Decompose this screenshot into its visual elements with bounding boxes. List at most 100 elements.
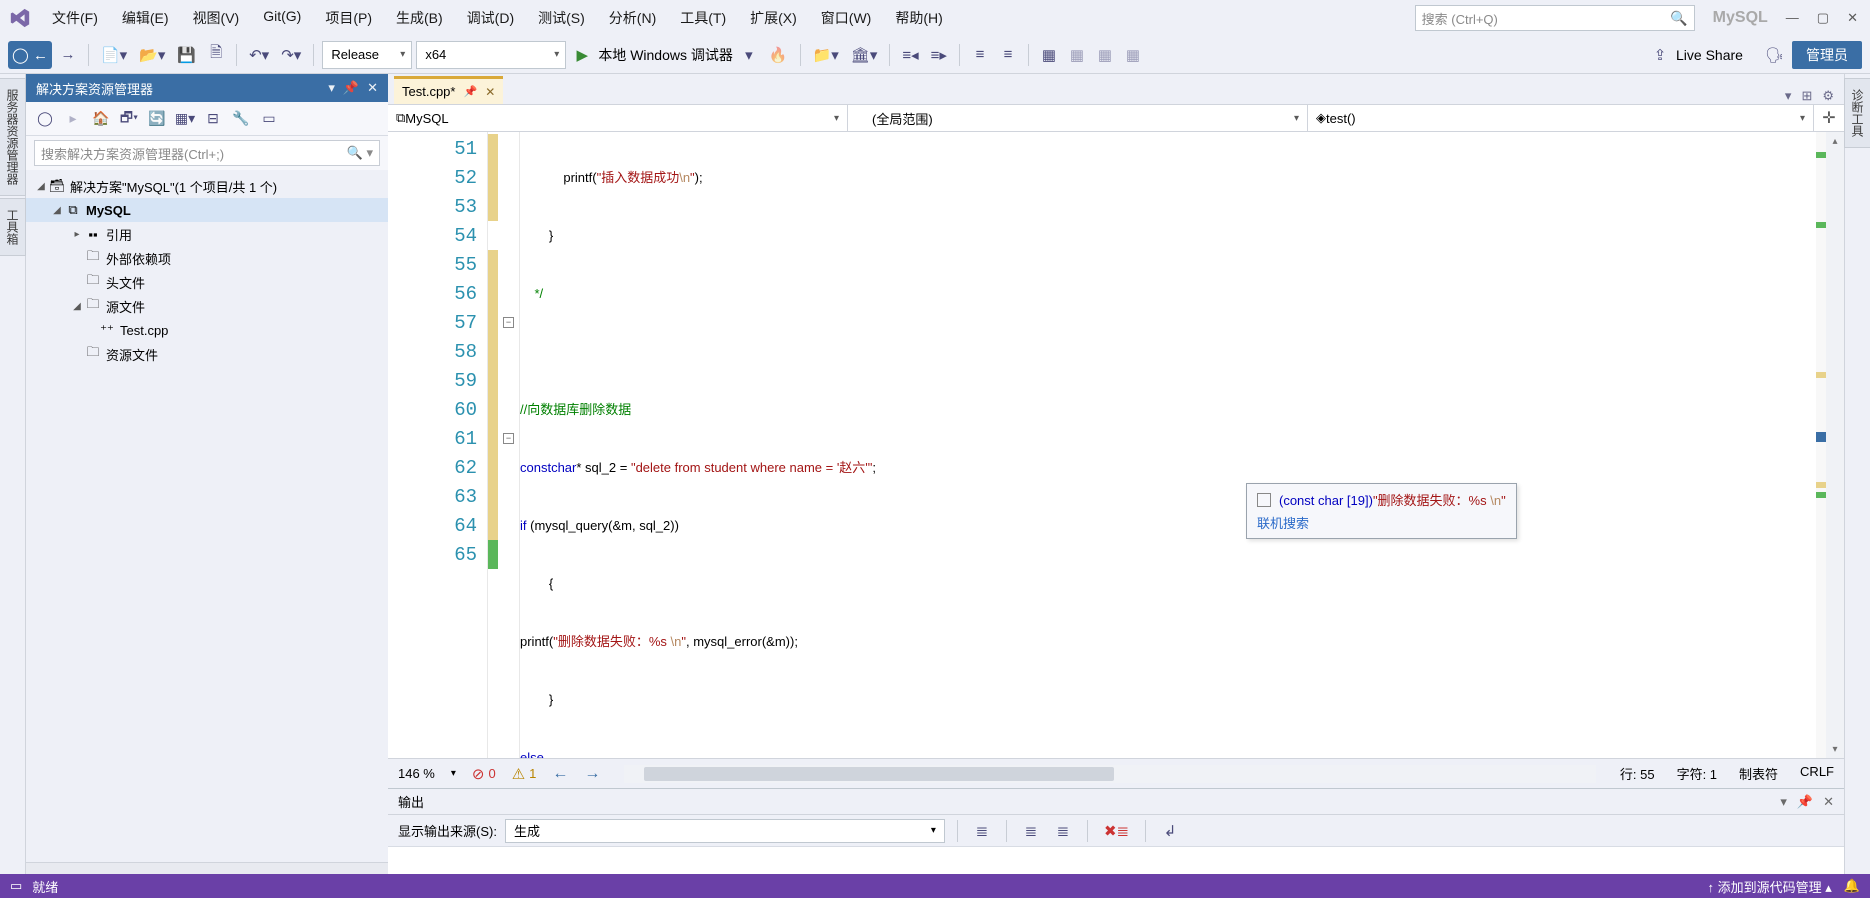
platform-dropdown[interactable]: x64 [416,41,566,69]
fold-gutter[interactable]: − − [498,132,520,758]
tooltip-search-link[interactable]: 联机搜索 [1257,513,1506,532]
minimize-icon[interactable]: — [1786,10,1799,26]
undo-button[interactable]: ↶▾ [245,41,273,69]
menu-file[interactable]: 文件(F) [42,4,108,32]
class-view-icon[interactable]: 🏛▾ [847,41,882,69]
nav-prev-icon[interactable]: ← [552,765,568,783]
solution-search-input[interactable]: 搜索解决方案资源管理器(Ctrl+;) 🔍 ▾ [34,140,380,166]
menu-tools[interactable]: 工具(T) [670,4,736,32]
new-button[interactable]: 📄▾ [97,41,131,69]
tab-split-icon[interactable]: ⊞ [1801,88,1812,104]
menu-view[interactable]: 视图(V) [183,4,250,32]
menu-git[interactable]: Git(G) [253,4,311,32]
liveshare-label[interactable]: Live Share [1676,47,1743,63]
eol-mode[interactable]: CRLF [1800,764,1834,783]
tree-solution-root[interactable]: ◢🗃解决方案"MySQL"(1 个项目/共 1 个) [26,174,388,198]
split-editor-button[interactable]: ✛ [1814,105,1844,131]
menu-build[interactable]: 生成(B) [386,4,453,32]
liveshare-icon[interactable]: ⇪ [1648,41,1672,69]
pin-icon[interactable]: 📌 [463,85,477,98]
close-tab-icon[interactable]: ✕ [485,85,495,99]
function-dropdown[interactable]: ◈ test()▾ [1308,105,1814,131]
tb-icon[interactable]: ▦ [1121,41,1145,69]
panel-close-icon[interactable]: ✕ [1823,794,1834,810]
maximize-icon[interactable]: ▢ [1817,10,1829,26]
properties-icon[interactable]: 🔧 [230,108,252,130]
notifications-icon[interactable]: 🔔 [1844,878,1860,894]
tree-file-testcpp[interactable]: ⁺⁺Test.cpp [26,318,388,342]
code-editor[interactable]: 5152535455 5657585960 6162636465 − − pri… [388,132,1844,758]
indent-right-icon[interactable]: ≡▸ [927,41,951,69]
tree-sources[interactable]: ◢🗀源文件 [26,294,388,318]
tb-icon[interactable]: ▦ [1093,41,1117,69]
vertical-scrollbar[interactable]: ▴▾ [1826,132,1844,758]
scope-dropdown[interactable]: ⧉ MySQL▾ [388,105,848,131]
tree-resources[interactable]: 🗀资源文件 [26,342,388,366]
error-count[interactable]: ⊘0 [472,765,496,783]
open-button[interactable]: 📂▾ [135,41,169,69]
debug-dropdown-icon[interactable]: ▾ [737,41,761,69]
sync-icon[interactable]: 🔄 [146,108,168,130]
search-input[interactable]: 搜索 (Ctrl+Q) 🔍 [1415,5,1695,31]
panel-dropdown-icon[interactable]: ▾ [1780,794,1787,810]
tree-external-deps[interactable]: 🗀外部依赖项 [26,246,388,270]
solution-tree[interactable]: ◢🗃解决方案"MySQL"(1 个项目/共 1 个) ◢⧉MySQL ▸▪▪引用… [26,170,388,862]
uncomment-icon[interactable]: ≡ [996,41,1020,69]
preview-icon[interactable]: ▭ [258,108,280,130]
menu-test[interactable]: 测试(S) [528,4,595,32]
panel-pin-icon[interactable]: 📌 [343,80,359,96]
fwd-icon[interactable]: ▸ [62,108,84,130]
indent-mode[interactable]: 制表符 [1739,764,1778,783]
home-icon[interactable]: 🏠 [90,108,112,130]
menu-help[interactable]: 帮助(H) [885,4,952,32]
fire-icon[interactable]: 🔥 [765,41,792,69]
code-content[interactable]: printf("插入数据成功\n"); } */ //向数据库删除数据 cons… [520,132,1816,758]
menu-debug[interactable]: 调试(D) [457,4,524,32]
save-all-button[interactable]: 🗎 [204,41,228,69]
tree-headers[interactable]: 🗀头文件 [26,270,388,294]
feedback-icon[interactable]: 🗣 [1761,41,1788,69]
menu-window[interactable]: 窗口(W) [811,4,882,32]
comment-icon[interactable]: ≡ [968,41,992,69]
close-icon[interactable]: ✕ [1847,10,1858,26]
out-tb-icon[interactable]: ≣ [970,817,994,845]
folder-icon[interactable]: 📁▾ [809,41,843,69]
scm-button[interactable]: ↑ 添加到源代码管理 ▴ [1708,877,1832,896]
debug-target[interactable]: 本地 Windows 调试器 [598,45,733,65]
horizontal-scrollbar[interactable] [624,765,1595,783]
start-debug-button[interactable]: ▶ [570,41,594,69]
out-tb-icon[interactable]: ≣ [1019,817,1043,845]
bookmark-icon[interactable]: ▦ [1037,41,1061,69]
nav-back-button[interactable]: ◯ ← [8,41,52,69]
tab-diagnostics[interactable]: 诊断工具 [1844,78,1870,148]
collapse-icon[interactable]: ⊟ [202,108,224,130]
tab-overflow-icon[interactable]: ▾ [1785,88,1792,104]
warning-count[interactable]: ⚠1 [512,765,537,783]
tab-settings-icon[interactable]: ⚙ [1822,88,1834,104]
config-dropdown[interactable]: Release [322,41,412,69]
panel-dropdown-icon[interactable]: ▾ [328,80,335,96]
redo-button[interactable]: ↷▾ [277,41,305,69]
panel-close-icon[interactable]: ✕ [367,80,378,96]
save-button[interactable]: 💾 [173,41,200,69]
show-all-icon[interactable]: ▦▾ [174,108,196,130]
nav-fwd-button[interactable]: → [56,41,80,69]
tab-server-explorer[interactable]: 服务器资源管理器 [0,78,26,196]
out-clear-icon[interactable]: ✖≣ [1100,817,1133,845]
back-icon[interactable]: ◯ [34,108,56,130]
range-dropdown[interactable]: (全局范围)▾ [848,105,1308,131]
tree-references[interactable]: ▸▪▪引用 [26,222,388,246]
menu-analyze[interactable]: 分析(N) [599,4,666,32]
out-wrap-icon[interactable]: ↲ [1158,817,1182,845]
tree-project[interactable]: ◢⧉MySQL [26,198,388,222]
tb-icon[interactable]: ▦ [1065,41,1089,69]
tab-toolbox[interactable]: 工具箱 [0,198,26,256]
refresh-icon[interactable]: 🗗▾ [118,108,140,130]
menu-project[interactable]: 项目(P) [315,4,382,32]
panel-pin-icon[interactable]: 📌 [1797,794,1813,810]
menu-extensions[interactable]: 扩展(X) [740,4,807,32]
overview-ruler[interactable] [1816,132,1826,758]
zoom-dropdown-icon[interactable]: ▾ [451,768,456,779]
zoom-level[interactable]: 146 % [398,766,435,781]
menu-edit[interactable]: 编辑(E) [112,4,179,32]
